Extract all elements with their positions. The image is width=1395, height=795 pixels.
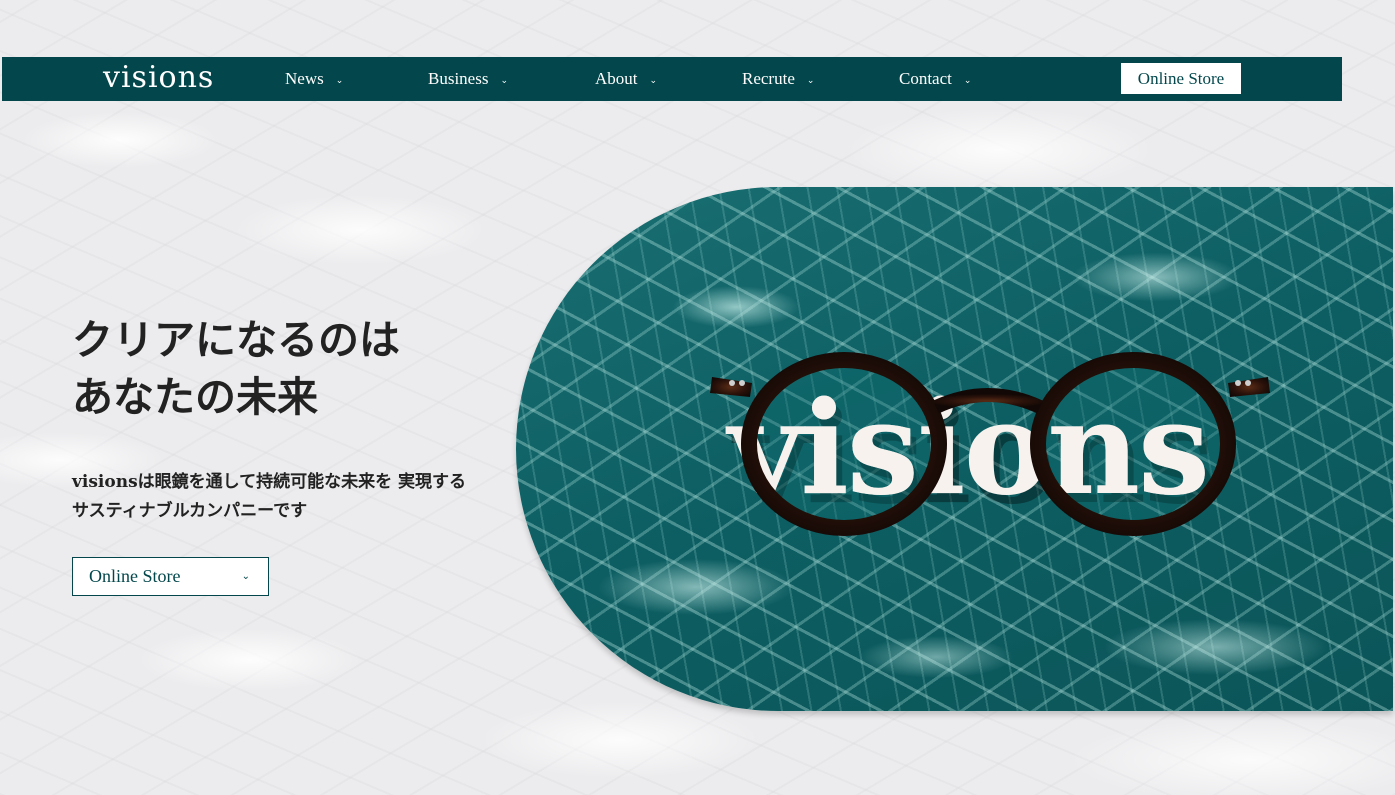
- nav-item-label: Recrute: [742, 69, 795, 88]
- hero-online-store-button[interactable]: Online Store ⌄: [72, 557, 269, 596]
- hero-image: visions visions visions visions: [516, 187, 1393, 711]
- hero-headline-line: あなたの未来: [72, 373, 318, 421]
- nav-item-news[interactable]: News ⌄: [285, 57, 343, 101]
- nav-item-label: About: [595, 69, 638, 88]
- nav-item-contact[interactable]: Contact ⌄: [899, 57, 971, 101]
- nav-item-label: Contact: [899, 69, 952, 88]
- site-header: visions News ⌄ Business ⌄ About ⌄ Recrut…: [2, 57, 1342, 101]
- chevron-down-icon: ⌄: [963, 74, 972, 85]
- nav-item-business[interactable]: Business ⌄: [428, 57, 508, 101]
- chevron-down-icon: ⌄: [500, 74, 509, 85]
- chevron-down-icon: ⌄: [241, 571, 250, 582]
- glasses-illustration: visions visions visions visions: [710, 352, 1270, 536]
- hero-headline-line: クリアになるのは: [72, 316, 400, 364]
- nav-item-about[interactable]: About ⌄: [595, 57, 657, 101]
- nav-item-recrute[interactable]: Recrute ⌄: [742, 57, 814, 101]
- hero-tagline-line: サスティナブルカンパニーです: [72, 501, 308, 521]
- chevron-down-icon: ⌄: [806, 74, 815, 85]
- hero-online-store-label: Online Store: [89, 566, 181, 586]
- hero-tagline-line: visionsは眼鏡を通して持続可能な未来を 実現する: [72, 472, 467, 492]
- header-online-store-button[interactable]: Online Store: [1121, 63, 1241, 94]
- chevron-down-icon: ⌄: [335, 74, 344, 85]
- site-logo[interactable]: visions: [103, 59, 214, 97]
- hero-tagline: visionsは眼鏡を通して持続可能な未来を 実現する サスティナブルカンパニー…: [72, 468, 466, 526]
- hero-headline: クリアになるのは あなたの未来: [72, 312, 400, 426]
- nav-item-label: News: [285, 69, 324, 88]
- chevron-down-icon: ⌄: [649, 74, 658, 85]
- nav-item-label: Business: [428, 69, 489, 88]
